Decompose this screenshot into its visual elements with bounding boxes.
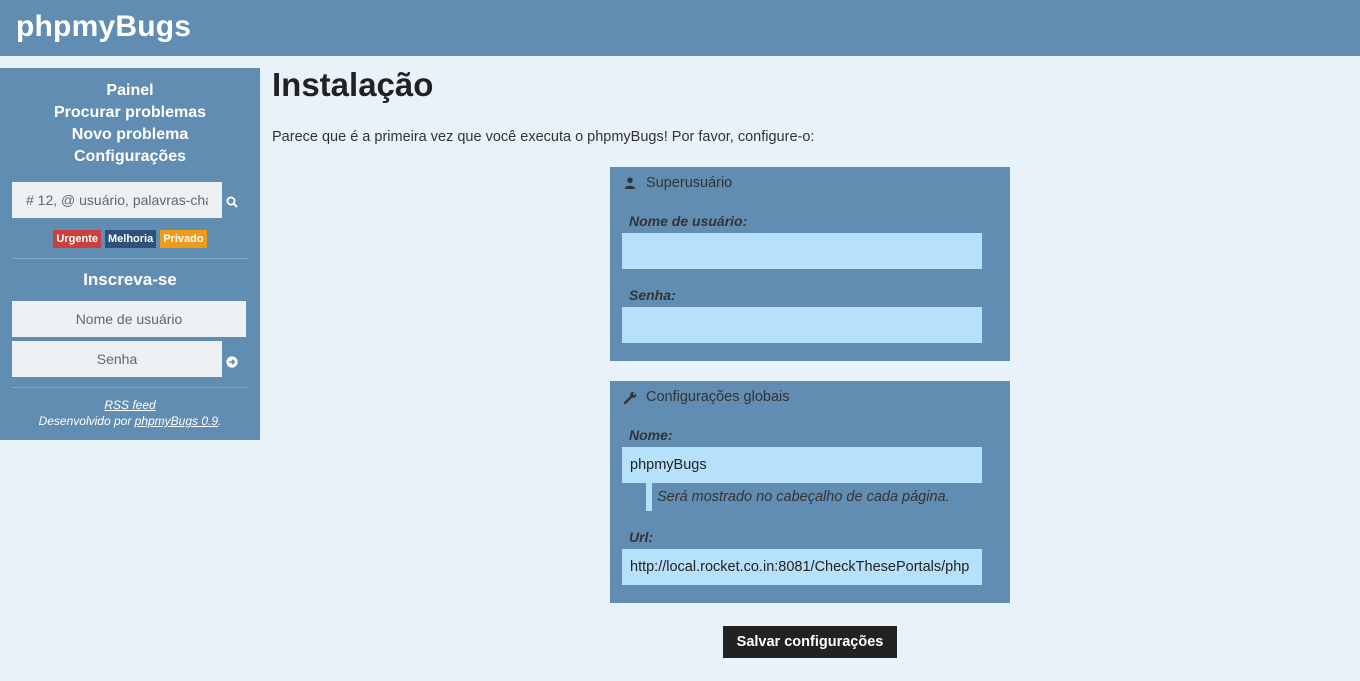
credit-link[interactable]: phpmyBugs 0.9 — [135, 414, 218, 428]
rss-feed-link[interactable]: RSS feed — [104, 398, 155, 412]
site-url-input[interactable] — [622, 549, 982, 585]
superuser-password-input[interactable] — [622, 307, 982, 343]
arrow-right-circle-icon[interactable] — [226, 356, 238, 368]
user-icon — [624, 177, 636, 189]
tag-melhoria[interactable]: Melhoria — [104, 230, 157, 248]
nav-painel[interactable]: Painel — [0, 80, 260, 102]
sidebar-nav: Painel Procurar problemas Novo problema … — [0, 80, 260, 168]
nav-configuracoes[interactable]: Configurações — [0, 146, 260, 168]
superuser-panel: Superusuário Nome de usuário: Senha: — [610, 167, 1010, 361]
sidebar-footer: RSS feed Desenvolvido por phpmyBugs 0.9. — [0, 397, 260, 429]
signup-title: Inscreva-se — [83, 270, 177, 289]
top-header: phpmyBugs — [0, 0, 1360, 56]
search-icon[interactable] — [226, 196, 238, 208]
signup-password-input[interactable] — [12, 341, 222, 377]
intro-text: Parece que é a primeira vez que você exe… — [272, 129, 815, 145]
superuser-username-input[interactable] — [622, 233, 982, 269]
superuser-heading-label: Superusuário — [646, 175, 733, 191]
developed-by-text: Desenvolvido por — [38, 414, 132, 428]
name-label: Nome: — [629, 427, 673, 443]
signup-username-input[interactable] — [12, 301, 246, 337]
page-title: Instalação — [272, 66, 434, 103]
divider — [12, 387, 248, 388]
password-label: Senha: — [629, 287, 676, 303]
global-settings-panel: Configurações globais Nome: Será mostrad… — [610, 381, 1010, 603]
tag-privado[interactable]: Privado — [160, 230, 207, 248]
site-name-input[interactable] — [622, 447, 982, 483]
nav-procurar-problemas[interactable]: Procurar problemas — [0, 102, 260, 124]
tag-urgente[interactable]: Urgente — [53, 230, 101, 248]
brand-title[interactable]: phpmyBugs — [16, 10, 191, 44]
save-settings-button[interactable]: Salvar configurações — [723, 626, 897, 658]
divider — [12, 258, 248, 259]
footer-period: . — [218, 414, 222, 428]
sidebar: Painel Procurar problemas Novo problema … — [0, 68, 260, 440]
global-settings-heading-label: Configurações globais — [646, 389, 790, 405]
tag-list: Urgente Melhoria Privado — [0, 230, 260, 248]
nav-novo-problema[interactable]: Novo problema — [0, 124, 260, 146]
search-input[interactable] — [12, 182, 222, 218]
wrench-icon — [624, 391, 637, 404]
url-label: Url: — [629, 529, 654, 545]
name-help-text: Será mostrado no cabeçalho de cada págin… — [646, 483, 950, 511]
username-label: Nome de usuário: — [629, 213, 748, 229]
